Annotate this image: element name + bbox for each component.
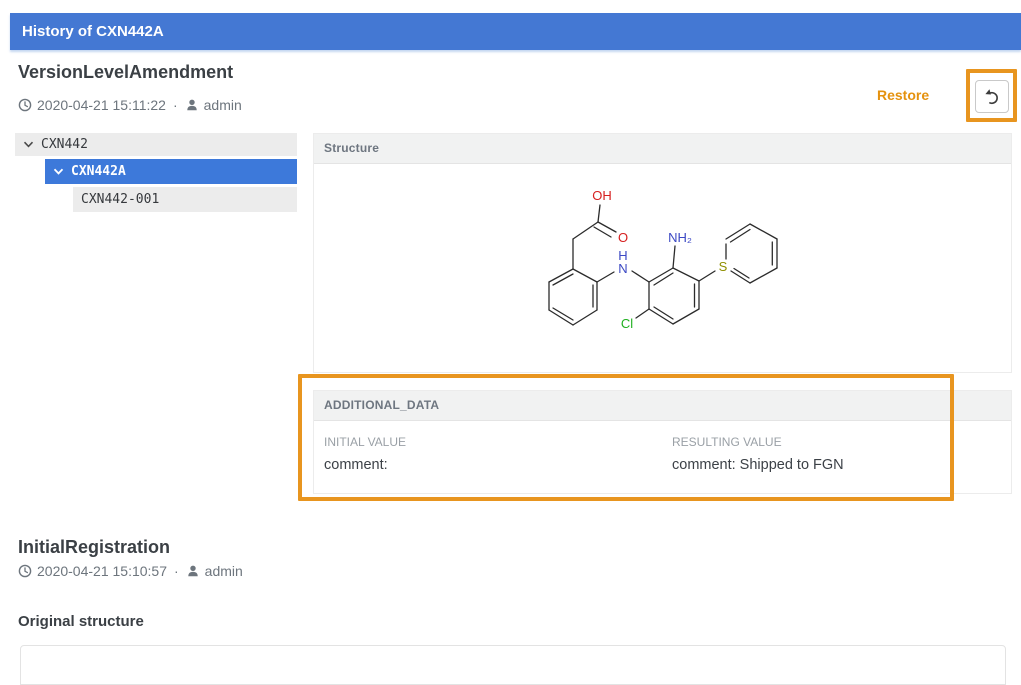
chevron-down-icon[interactable] (53, 166, 64, 177)
initial-value-column: INITIAL VALUE comment: (324, 435, 672, 473)
additional-data-body: INITIAL VALUE comment: RESULTING VALUE c… (314, 421, 1011, 493)
detail-panels: Structure (313, 133, 1012, 494)
chevron-down-icon[interactable] (23, 139, 34, 150)
atom-label-n: N (618, 261, 627, 276)
tree-item-cxn442a-selected[interactable]: CXN442A (45, 159, 297, 184)
entry-timestamp: 2020-04-21 15:11:22 (37, 97, 166, 113)
structure-panel: Structure (313, 133, 1012, 373)
atom-label-s: S (719, 259, 728, 274)
version-tree: CXN442 CXN442A CXN442-001 (15, 133, 297, 215)
restore-undo-icon (983, 88, 1001, 106)
entry-meta-row: 2020-04-21 15:11:22 · admin (18, 97, 242, 113)
entry-user: admin (205, 563, 243, 579)
entry-meta-row: 2020-04-21 15:10:57 · admin (18, 563, 243, 579)
tree-item-label: CXN442-001 (81, 192, 159, 207)
original-structure-panel (20, 645, 1006, 685)
user-icon (185, 98, 199, 112)
clock-icon (18, 564, 32, 578)
atom-label-nh2: NH₂ (668, 230, 692, 245)
atom-label-o: O (618, 230, 628, 245)
clock-icon (18, 98, 32, 112)
separator-dot: · (174, 563, 179, 579)
additional-data-panel-header: ADDITIONAL_DATA (314, 391, 1011, 421)
tree-item-label: CXN442A (71, 164, 126, 179)
separator-dot: · (173, 97, 178, 113)
initial-value-label: INITIAL VALUE (324, 435, 672, 449)
entry-timestamp: 2020-04-21 15:10:57 (37, 563, 167, 579)
entry-user: admin (204, 97, 242, 113)
tree-item-cxn442[interactable]: CXN442 (15, 133, 297, 156)
resulting-value-column: RESULTING VALUE comment: Shipped to FGN (672, 435, 1001, 473)
tree-item-cxn442-001[interactable]: CXN442-001 (73, 187, 297, 212)
user-icon (186, 564, 200, 578)
resulting-value-label: RESULTING VALUE (672, 435, 1001, 449)
restore-button[interactable] (975, 80, 1009, 113)
entry-title-version-level-amendment: VersionLevelAmendment (18, 62, 233, 83)
atom-label-cl: Cl (621, 316, 633, 331)
structure-viewer: OH O H N NH₂ Cl S (314, 164, 1011, 372)
original-structure-title: Original structure (18, 613, 144, 630)
molecule-drawing: OH O H N NH₂ Cl S (500, 178, 800, 353)
additional-data-panel: ADDITIONAL_DATA INITIAL VALUE comment: R… (313, 390, 1012, 494)
entry-title-initial-registration: InitialRegistration (18, 537, 170, 558)
initial-value-text: comment: (324, 457, 672, 473)
resulting-value-text: comment: Shipped to FGN (672, 457, 1001, 473)
restore-link[interactable]: Restore (877, 87, 929, 103)
page-title-bar: History of CXN442A (10, 13, 1021, 50)
structure-panel-header: Structure (314, 134, 1011, 164)
atom-label-oh: OH (592, 188, 612, 203)
tree-item-label: CXN442 (41, 137, 88, 152)
